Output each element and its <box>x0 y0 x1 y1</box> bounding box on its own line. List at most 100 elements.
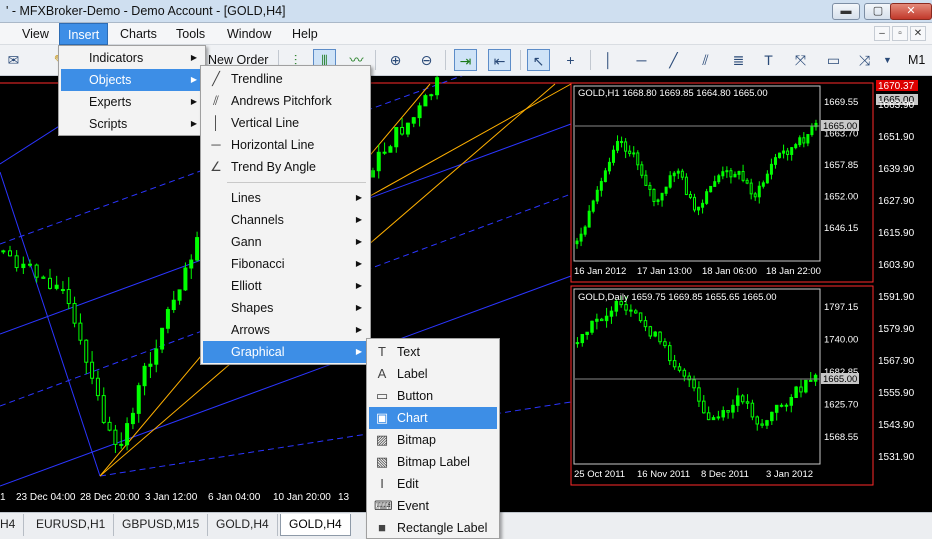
menu-item-trend-by-angle[interactable]: ∠ Trend By Angle <box>203 156 368 178</box>
candle-body <box>765 173 769 184</box>
text-tool-icon[interactable]: T <box>757 49 780 71</box>
tab-gold-h4[interactable]: GOLD,H4 <box>208 514 278 536</box>
menu-item-bitmap-label[interactable]: ▧ Bitmap Label <box>369 451 497 473</box>
menu-item-bitmap[interactable]: ▨ Bitmap <box>369 429 497 451</box>
menu-item-rectangle-label[interactable]: ■ Rectangle Label <box>369 517 497 539</box>
autoscroll-icon[interactable]: ⇥ <box>454 49 477 71</box>
menu-item-experts[interactable]: Experts ▶ <box>61 91 203 113</box>
vertical-line-tool-icon[interactable]: │ <box>597 49 620 71</box>
tab-h4-partial[interactable]: H4 <box>0 514 25 536</box>
menu-item-trendline[interactable]: ╱ Trendline <box>203 68 368 90</box>
menu-item-channels[interactable]: Channels ▶ <box>203 209 368 231</box>
mdi-close-button[interactable]: ✕ <box>910 26 926 41</box>
menu-item-button[interactable]: ▭ Button <box>369 385 497 407</box>
price-scale-label: 1651.90 <box>878 132 915 143</box>
submenu-arrow-icon: ▶ <box>355 347 362 356</box>
candle-body <box>160 327 165 350</box>
zoom-out-icon[interactable]: ⊖ <box>415 49 438 71</box>
menu-item-chart[interactable]: ▣ Chart <box>369 407 497 429</box>
mini-chart-daily[interactable]: GOLD,Daily 1659.75 1669.85 1655.65 1665.… <box>570 285 874 486</box>
candle-body <box>382 151 387 154</box>
menu-item-shapes[interactable]: Shapes ▶ <box>203 297 368 319</box>
menu-item-text[interactable]: T Text <box>369 341 497 363</box>
candle-body <box>154 348 159 365</box>
tab-gold-h4-active[interactable]: GOLD,H4 <box>280 514 351 536</box>
menu-tools[interactable]: Tools <box>168 23 213 45</box>
close-button[interactable]: ✕ <box>890 3 932 20</box>
horizontal-line-icon: ─ <box>211 137 221 152</box>
minimize-button[interactable]: ▬ <box>832 3 860 20</box>
title-bar: ' - MFXBroker-Demo - Demo Account - [GOL… <box>0 0 932 23</box>
mini-chart-h1[interactable]: GOLD,H1 1668.80 1669.85 1664.80 1665.00 1… <box>570 82 874 283</box>
menu-item-label[interactable]: A Label <box>369 363 497 385</box>
candle-body <box>66 289 71 305</box>
candle-body <box>84 339 89 363</box>
restore-button[interactable]: ▢ <box>864 3 892 20</box>
chart-shift-icon[interactable]: ⇤ <box>488 49 511 71</box>
candle-body <box>609 310 614 317</box>
channel-tool-icon[interactable]: ⫽ <box>694 49 717 71</box>
menu-insert[interactable]: Insert <box>59 23 109 45</box>
menu-item-horizontal-line[interactable]: ─ Horizontal Line <box>203 134 368 156</box>
menu-item-graphical[interactable]: Graphical ▶ <box>203 341 368 363</box>
shapes-tool-icon[interactable]: ▭ <box>822 49 845 71</box>
mini-h1-time-label: 18 Jan 22:00 <box>766 266 821 277</box>
menu-help[interactable]: Help <box>284 23 326 45</box>
fibonacci-tool-icon[interactable]: ≣ <box>727 49 750 71</box>
menu-item-indicators[interactable]: Indicators ▶ <box>61 47 203 69</box>
candle-body <box>773 157 777 165</box>
menu-item-andrews-pitchfork[interactable]: ⫽ Andrews Pitchfork <box>203 90 368 112</box>
candle-body <box>585 331 589 335</box>
menu-item-vertical-line[interactable]: │ Vertical Line <box>203 112 368 134</box>
toolbar-separator <box>520 50 521 70</box>
menu-item-edit[interactable]: I Edit <box>369 473 497 495</box>
mini-h1-price-label: 1652.00 <box>824 192 858 203</box>
arrow-tool-icon[interactable]: ⤧ <box>789 49 812 71</box>
candle-body <box>370 170 375 178</box>
main-time-label: 10 Jan 20:00 <box>273 492 331 503</box>
mini-h1-time-label: 16 Jan 2012 <box>574 266 626 277</box>
menu-view[interactable]: View <box>14 23 57 45</box>
candle-body <box>107 421 112 431</box>
candle-body <box>769 163 773 175</box>
price-scale-label: 1627.90 <box>878 196 915 207</box>
more-tools-icon[interactable]: ⤨ <box>853 49 876 71</box>
trendline-tool-icon[interactable]: ╱ <box>662 49 685 71</box>
dropdown-arrow-icon[interactable]: ▼ <box>876 49 899 71</box>
zoom-in-icon[interactable]: ⊕ <box>384 49 407 71</box>
price-scale-label: 1615.90 <box>878 228 915 239</box>
menu-item-lines[interactable]: Lines ▶ <box>203 187 368 209</box>
candle-body <box>72 303 77 324</box>
candle-body <box>668 175 672 188</box>
mdi-minimize-button[interactable]: – <box>874 26 890 41</box>
candle-body <box>624 304 628 311</box>
candle-body <box>648 184 652 190</box>
mini-daily-price-label: 1797.15 <box>824 302 858 313</box>
tab-gbpusd-m15[interactable]: GBPUSD,M15 <box>114 514 209 536</box>
menu-item-gann[interactable]: Gann ▶ <box>203 231 368 253</box>
candle-body <box>183 267 188 291</box>
timeframe-m1[interactable]: M1 <box>908 49 925 71</box>
candle-body <box>148 363 153 367</box>
horizontal-line-tool-icon[interactable]: ─ <box>630 49 653 71</box>
mini-daily-time-label: 16 Nov 2011 <box>637 469 690 480</box>
mdi-restore-button[interactable]: ▫ <box>892 26 908 41</box>
pitchfork-icon: ⫽ <box>213 93 219 108</box>
menu-window[interactable]: Window <box>219 23 279 45</box>
menu-item-event[interactable]: ⌨ Event <box>369 495 497 517</box>
tab-eurusd-h1[interactable]: EURUSD,H1 <box>28 514 115 536</box>
menu-charts[interactable]: Charts <box>112 23 165 45</box>
menu-item-scripts[interactable]: Scripts ▶ <box>61 113 203 135</box>
menu-item-arrows[interactable]: Arrows ▶ <box>203 319 368 341</box>
crosshair-icon[interactable]: + <box>559 49 582 71</box>
new-chart-icon[interactable]: ✉ <box>2 49 25 71</box>
candle-body <box>680 170 684 178</box>
menu-item-objects[interactable]: Objects ▶ <box>61 69 203 91</box>
candle-body <box>778 152 782 159</box>
candle-body <box>14 255 19 269</box>
candle-body <box>652 188 656 202</box>
main-chart-time-axis: 1 23 Dec 04:00 28 Dec 20:00 3 Jan 12:00 6 Ja… <box>0 492 350 503</box>
cursor-icon[interactable]: ↖ <box>527 49 550 71</box>
menu-item-fibonacci[interactable]: Fibonacci ▶ <box>203 253 368 275</box>
menu-item-elliott[interactable]: Elliott ▶ <box>203 275 368 297</box>
